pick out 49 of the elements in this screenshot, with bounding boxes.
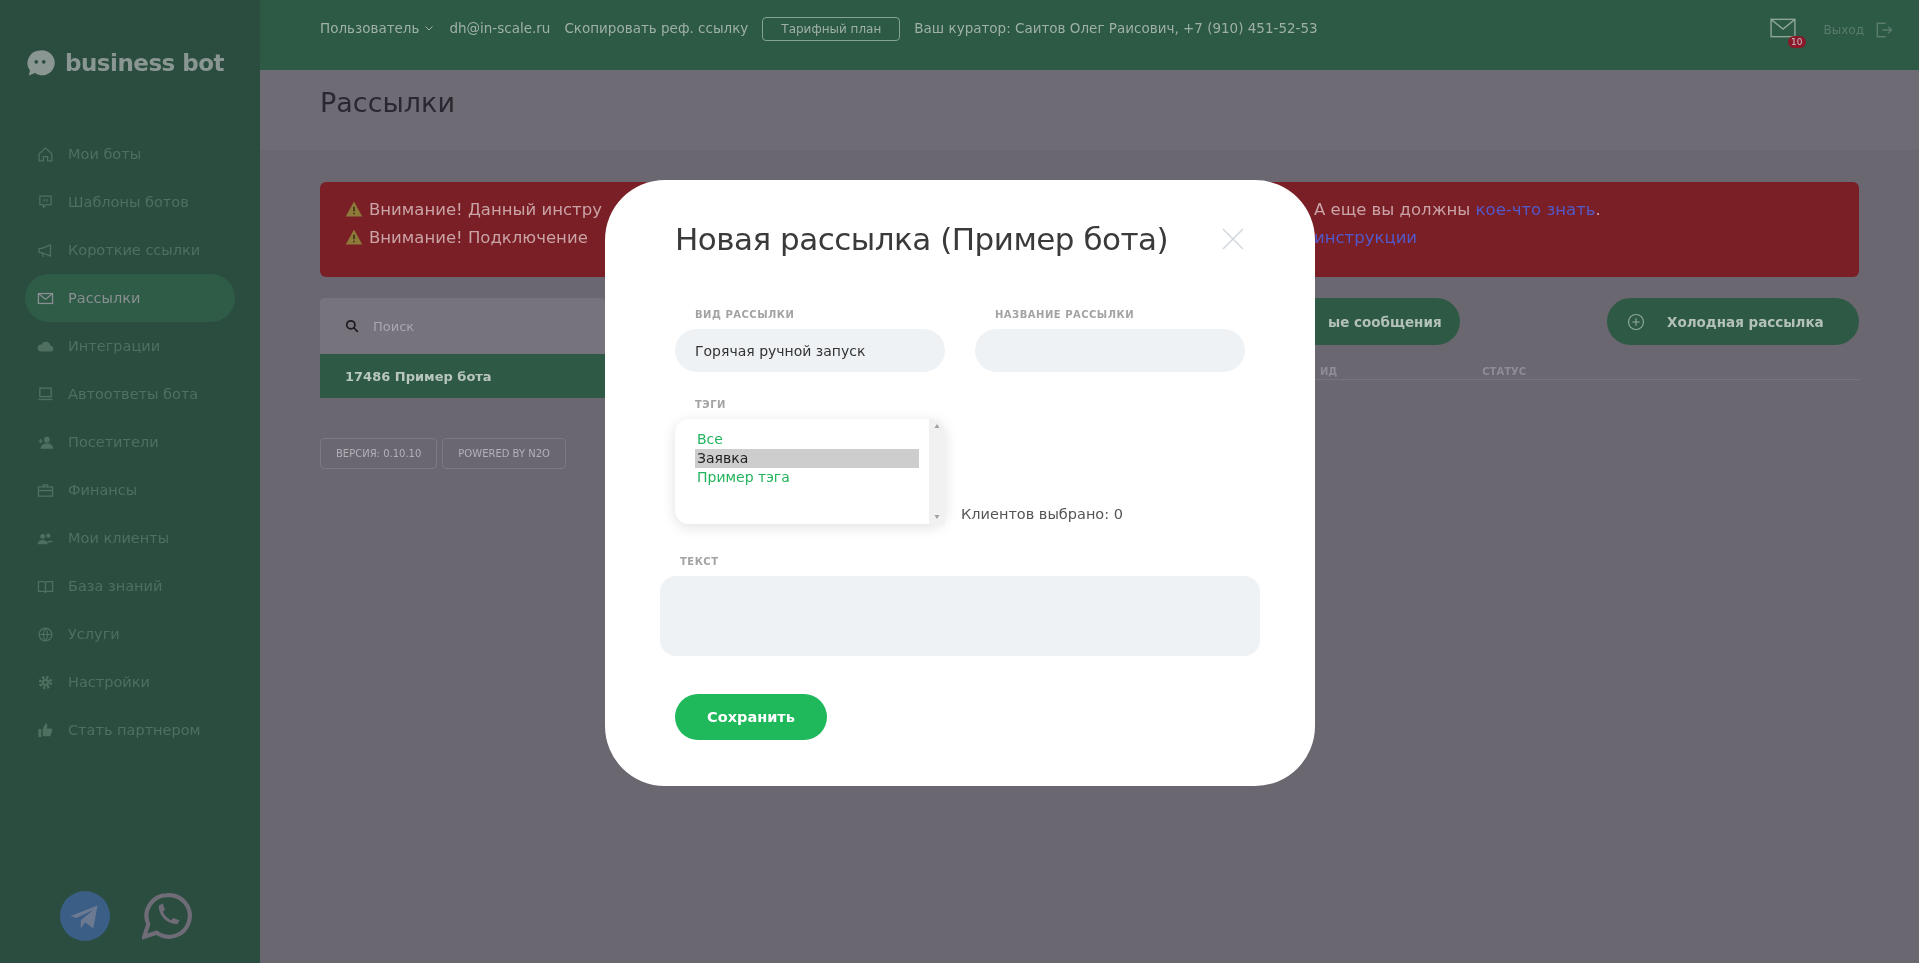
tag-option[interactable]: Все	[695, 430, 919, 449]
tags-listbox[interactable]: Все Заявка Пример тэга	[675, 419, 945, 524]
search-icon	[345, 319, 359, 333]
field-label: ТЭГИ	[694, 399, 727, 410]
mailing-type-field[interactable]: Горячая ручной запуск	[675, 329, 945, 372]
settings-icon	[37, 673, 54, 691]
telegram-icon[interactable]	[60, 891, 110, 941]
save-button[interactable]: Сохранить	[675, 694, 827, 740]
sidebar-item[interactable]: Рассылки	[25, 274, 235, 322]
scroll-up-icon	[933, 423, 941, 429]
add-circle-icon	[1627, 312, 1645, 331]
user-menu[interactable]: Пользователь	[320, 20, 436, 36]
field-label: ВИД РАССЫЛКИ	[694, 309, 796, 320]
cold-mailing-button[interactable]: Холодная рассылка	[1607, 298, 1859, 345]
tag-option[interactable]: Заявка	[695, 449, 919, 468]
bot-list-item[interactable]: 17486 Пример бота	[320, 354, 605, 398]
chat-bubble-icon	[37, 193, 54, 211]
logout-icon	[1874, 20, 1894, 40]
warning-icon	[345, 200, 363, 218]
warning-text: Внимание! Подключение	[369, 227, 588, 247]
field-label: ТЕКСТ	[679, 556, 720, 567]
chat-bubble-icon	[25, 48, 55, 78]
warning-text: Внимание! Данный инстру	[369, 199, 602, 219]
warning-text: А еще вы должны кое-что знать.	[1314, 199, 1601, 219]
curator-info: Ваш куратор: Саитов Олег Раисович, +7 (910) 451-52-53	[914, 20, 1318, 36]
page-title: Рассылки	[320, 87, 456, 118]
link[interactable]: кое-что знать	[1475, 199, 1596, 219]
close-icon[interactable]	[1221, 227, 1245, 251]
thumbs-up-icon	[37, 721, 54, 739]
field-label: НАЗВАНИЕ РАССЫЛКИ	[994, 309, 1136, 320]
dialog-title: Новая рассылка (Пример бота)	[675, 221, 1169, 257]
whatsapp-icon[interactable]	[142, 891, 192, 941]
clients-selected-count: Клиентов выбрано: 0	[961, 506, 1123, 522]
globe-icon	[37, 625, 54, 643]
plan-button[interactable]: Тарифный план	[762, 17, 901, 41]
megaphone-icon	[37, 241, 54, 259]
footer-tag: POWERED BY N2O	[442, 438, 566, 469]
footer-tag: ВЕРСИЯ: 0.10.10	[320, 438, 438, 469]
notification-badge: 10	[1788, 36, 1806, 48]
link[interactable]: инструкции	[1314, 227, 1418, 247]
house-icon	[37, 145, 54, 163]
computer-icon	[37, 385, 54, 403]
user-email: dh@in-scale.ru	[449, 20, 551, 36]
briefcase-icon	[37, 481, 54, 499]
warning-icon	[345, 228, 363, 246]
tag-option[interactable]: Пример тэга	[695, 468, 919, 487]
referral-link[interactable]: Скопировать реф. ссылку	[564, 20, 749, 36]
logo-text: business bot	[65, 50, 225, 76]
scroll-down-icon	[933, 514, 941, 520]
